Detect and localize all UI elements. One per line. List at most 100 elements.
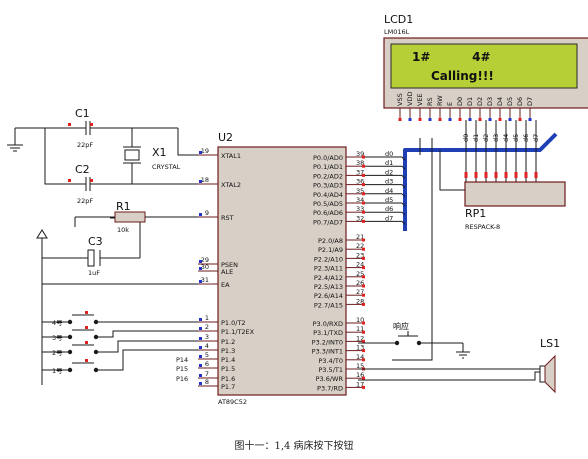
c1-value: 22pF — [77, 141, 93, 149]
mcu-pin-name: P1.3 — [221, 347, 235, 355]
lcd-pin-name: VEE — [416, 93, 424, 106]
lcd-pin-pad — [428, 118, 432, 121]
pin-pad — [199, 318, 202, 321]
data-line-label: d2 — [385, 168, 393, 176]
button-label: 2号 — [52, 349, 63, 357]
lcd-pin-pad — [408, 118, 412, 121]
mcu-pin-name: P3.3/INT1 — [312, 348, 343, 356]
rp1-ref: RP1 — [465, 207, 486, 220]
figure-caption: 图十一：1,4 病床按下按钮 — [234, 441, 354, 452]
lcd-model: LM016L — [384, 28, 410, 36]
button-contact — [67, 319, 73, 325]
mcu-pin-name: P2.5/A13 — [314, 283, 343, 291]
schematic: 1# 4# Calling!!! LCD1 LM016L VSS VDD VEE RS… — [7, 13, 588, 406]
pin-pad — [199, 327, 202, 330]
data-line-label: d7 — [385, 214, 393, 222]
oscillator-circuit: C1 22pF C2 22pF X1 CRYSTAL — [15, 107, 198, 205]
lcd-pin-pad — [508, 118, 512, 121]
mcu-pin-name: P1.4 — [221, 356, 235, 364]
mcu-pin-name: P2.0/A8 — [318, 237, 343, 245]
resistor-pack: RP1 RESPACK-8 — [392, 138, 566, 361]
pin-pad — [362, 339, 365, 343]
lcd-pin-pad — [488, 118, 492, 121]
lcd-data-label: d1 — [472, 134, 480, 142]
lcd-pin-pad — [528, 118, 532, 121]
button-pad — [85, 326, 88, 329]
pin-pad — [199, 355, 202, 358]
mcu-pin-number: 3 — [205, 333, 209, 341]
lcd-pin-name: VDD — [406, 92, 414, 106]
lcd-pin-name: D1 — [466, 97, 474, 106]
lcd-pin-name: RW — [436, 95, 444, 106]
mcu-chip: U2 AT89C52 19XTAL118XTAL29RST29PSEN30ALE… — [198, 131, 365, 406]
mcu-pin-name: P3.6/WR — [316, 375, 344, 383]
rp-pin-pad — [494, 172, 498, 178]
r1-ref: R1 — [116, 200, 131, 213]
pin-pad — [362, 247, 365, 251]
mcu-pin-number: 6 — [205, 360, 209, 368]
pin-pad — [199, 364, 202, 367]
mcu-pin-number: 1 — [205, 314, 209, 322]
pin-pad — [199, 213, 202, 216]
mcu-pin-name: P2.2/A10 — [314, 255, 343, 263]
mcu-model: AT89C52 — [218, 398, 247, 406]
lcd-ref: LCD1 — [384, 13, 413, 26]
mcu-pin-name: P1.5 — [221, 365, 235, 373]
lcd-pin-pad — [438, 118, 442, 121]
lcd-line-2: Calling!!! — [431, 69, 494, 83]
mcu-pin-name: P2.1/A9 — [318, 246, 343, 254]
button-label: 4号 — [52, 319, 63, 327]
lcd-pin-name: D3 — [486, 97, 494, 106]
button-to-mcu-wire — [98, 330, 198, 338]
c3-value: 1uF — [88, 269, 100, 277]
pin-pad — [199, 374, 202, 377]
pin-pad — [362, 164, 365, 168]
answer-button-label: 响应 — [393, 321, 409, 331]
mcu-pin-name: P2.4/A12 — [314, 274, 343, 282]
mcu-pin-name: XTAL1 — [221, 152, 241, 160]
button-contact — [93, 334, 99, 340]
c1-ref: C1 — [75, 107, 90, 120]
lcd-pin-name: RS — [426, 97, 434, 106]
mcu-pin-name: P2.3/A11 — [314, 265, 343, 273]
lcd-pin-name: D7 — [526, 97, 534, 106]
mcu-pin-name: P0.1/AD1 — [313, 163, 343, 171]
mcu-pin-number: 5 — [205, 351, 209, 359]
data-line-label: d4 — [385, 187, 393, 195]
mcu-pin-name: P3.2/INT0 — [312, 338, 343, 346]
rp-pin-pad — [524, 172, 528, 178]
button-contact — [67, 367, 73, 373]
rp-pin-pad — [534, 172, 538, 178]
lcd-pin-name: D2 — [476, 97, 484, 106]
ground-symbol — [7, 128, 23, 152]
pin-pad — [362, 330, 365, 334]
lcd-pin-pad — [518, 118, 522, 121]
x1-value: CRYSTAL — [152, 163, 181, 171]
button-contact — [67, 334, 73, 340]
pin-pad — [199, 382, 202, 385]
mcu-pin-name: P3.7/RD — [317, 384, 343, 392]
mcu-pin-number: 7 — [205, 370, 209, 378]
lcd-pin-name: D4 — [496, 97, 504, 106]
pin-pad — [199, 337, 202, 340]
pin-pad — [362, 219, 365, 223]
pin-pad — [362, 275, 365, 279]
lcd-pin-pad — [478, 118, 482, 121]
data-line-label: d1 — [385, 159, 393, 167]
pin-pad — [362, 284, 365, 288]
mcu-pin-name: P0.7/AD7 — [313, 218, 343, 226]
rp-pin-pad — [474, 172, 478, 178]
lcd-pin-name: VSS — [396, 93, 404, 106]
lcd-pin-name: E — [446, 102, 454, 106]
lcd-pin-pad — [458, 118, 462, 121]
pin-pad — [362, 173, 365, 177]
lcd-pin-pad — [448, 118, 452, 121]
pin-pad — [362, 358, 365, 362]
button-contact — [67, 349, 73, 355]
pin-pad — [362, 385, 365, 389]
rp-pin-pad — [504, 172, 508, 178]
pin-pad — [199, 180, 202, 183]
rp-pin-pad — [484, 172, 488, 178]
pin-pad — [362, 256, 365, 260]
data-bus: d0d1d2d3d4d5d6d7d0 d1 d2 d3 d4 d5 d6 d7 — [365, 120, 558, 231]
